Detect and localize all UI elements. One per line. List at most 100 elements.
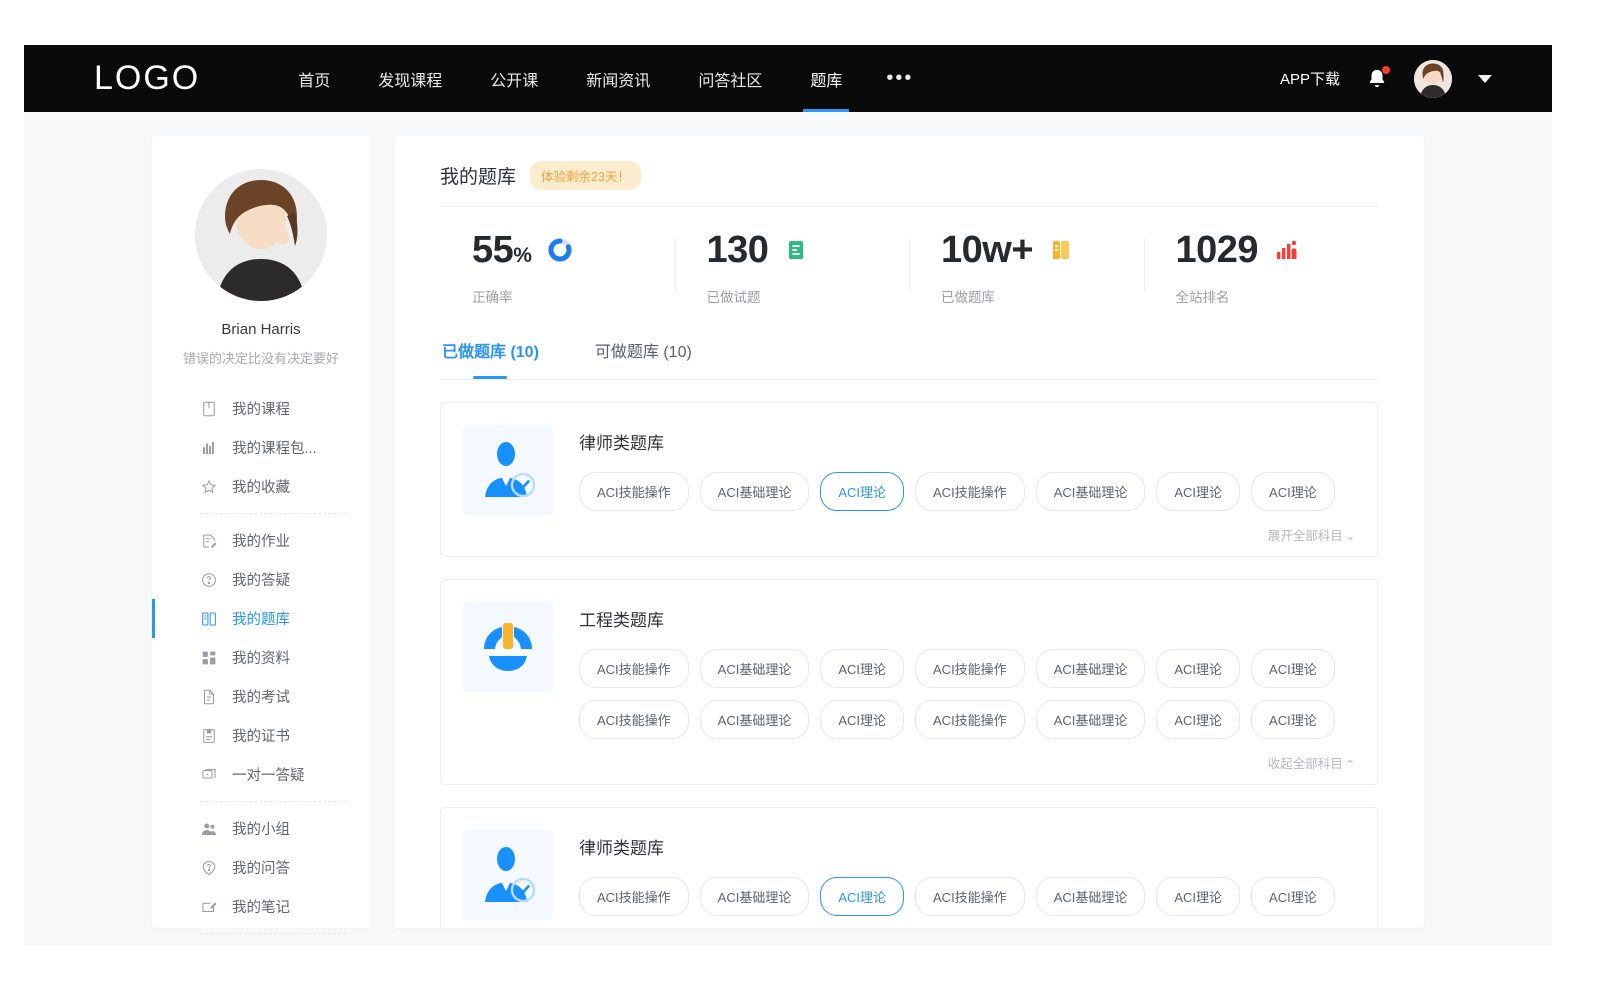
question-bank-card[interactable]: 工程类题库ACI技能操作ACI基础理论ACI理论ACI技能操作ACI基础理论AC… xyxy=(440,579,1378,785)
subject-tag[interactable]: ACI理论 xyxy=(1156,472,1240,511)
sidebar-item-label: 我的小组 xyxy=(232,818,290,839)
sidebar-item-13[interactable]: 我的问答 xyxy=(152,848,370,887)
sidebar-menu: 我的课程我的课程包... 我的收藏我的作业我的答疑我的题库我的资料我的考试我的证书… xyxy=(152,389,370,945)
subject-tag[interactable]: ACI理论 xyxy=(820,700,904,739)
question-bank-card[interactable]: 律师类题库ACI技能操作ACI基础理论ACI理论ACI技能操作ACI基础理论AC… xyxy=(440,807,1378,928)
nav-item-2[interactable]: 公开课 xyxy=(466,45,562,112)
sidebar-user-tagline: 错误的决定比没有决定要好 xyxy=(152,348,370,367)
header-avatar[interactable] xyxy=(1414,60,1452,98)
app-download-link[interactable]: APP下载 xyxy=(1280,68,1340,89)
subject-tag[interactable]: ACI技能操作 xyxy=(579,877,689,916)
sidebar-item-16[interactable]: 我的积分 xyxy=(152,941,370,945)
certificate-icon xyxy=(200,727,218,745)
sidebar-item-6[interactable]: 我的题库 xyxy=(152,599,370,638)
toggle-label: 展开全部科目 xyxy=(1268,529,1343,543)
stat-value: 1029 xyxy=(1176,231,1259,269)
nav-item-5[interactable]: 题库 xyxy=(786,45,866,112)
subject-tag[interactable]: ACI理论 xyxy=(1156,649,1240,688)
stat-suffix: % xyxy=(513,244,531,267)
subject-tag[interactable]: ACI技能操作 xyxy=(915,472,1025,511)
nav-item-label: 公开课 xyxy=(490,67,538,91)
page-root: LOGO 首页发现课程公开课新闻资讯问答社区 题库 ••• APP下载 xyxy=(0,0,1600,990)
tab-0[interactable]: 已做题库 (10) xyxy=(440,332,541,379)
subject-tag[interactable]: ACI基础理论 xyxy=(1036,700,1146,739)
sidebar-item-label: 我的答疑 xyxy=(232,569,290,590)
sidebar-item-label: 我的考试 xyxy=(232,686,290,707)
stat-card-2: 10w+已做题库 xyxy=(909,231,1144,306)
note-icon xyxy=(200,898,218,916)
subject-tag-row: ACI技能操作 ACI基础理论 ACI理论 ACI技能操作 ACI基础理论 ACI理论 AC… xyxy=(579,700,1355,739)
subject-tag[interactable]: ACI理论 xyxy=(1251,877,1335,916)
sidebar-item-12[interactable]: 我的小组 xyxy=(152,809,370,848)
subject-tag[interactable]: ACI理论 xyxy=(820,649,904,688)
sidebar-item-label: 我的作业 xyxy=(232,530,290,551)
subject-tag[interactable]: ACI基础理论 xyxy=(700,472,810,511)
subject-tag[interactable]: ACI理论 xyxy=(820,877,904,916)
card-body: 律师类题库ACI技能操作ACI基础理论ACI理论ACI技能操作ACI基础理论AC… xyxy=(579,425,1355,544)
subject-tag[interactable]: ACI理论 xyxy=(1156,877,1240,916)
subject-tag[interactable]: ACI理论 xyxy=(1251,649,1335,688)
sidebar-item-9[interactable]: 我的证书 xyxy=(152,716,370,755)
subject-tag-row: ACI技能操作 ACI基础理论 ACI理论 ACI技能操作 ACI基础理论 ACI理论 AC… xyxy=(579,877,1355,916)
nav-item-label: 题库 xyxy=(810,67,842,91)
tab-1[interactable]: 可做题库 (10) xyxy=(593,332,694,379)
toggle-chevron-icon: ⌃ xyxy=(1346,759,1355,771)
subject-tag[interactable]: ACI基础理论 xyxy=(1036,877,1146,916)
stat-card-1: 130已做试题 xyxy=(675,231,910,306)
subject-tag[interactable]: ACI理论 xyxy=(1156,700,1240,739)
stat-number: 10w+ xyxy=(941,229,1033,271)
stat-number: 55 xyxy=(472,229,513,271)
sidebar-item-10[interactable]: 一对一答疑 xyxy=(152,755,370,794)
nav-item-1[interactable]: 发现课程 xyxy=(354,45,466,112)
sidebar-item-14[interactable]: 我的笔记 xyxy=(152,887,370,926)
sidebar-item-8[interactable]: 我的考试 xyxy=(152,677,370,716)
sidebar-item-0[interactable]: 我的课程 xyxy=(152,389,370,428)
sidebar-item-2[interactable]: 我的收藏 xyxy=(152,467,370,506)
subject-tag[interactable]: ACI基础理论 xyxy=(700,700,810,739)
subject-tag-row: ACI技能操作 ACI基础理论 ACI理论 ACI技能操作 ACI基础理论 ACI理论 AC… xyxy=(579,649,1355,688)
sidebar-divider xyxy=(200,933,346,934)
tab-label: 可做题库 (10) xyxy=(595,344,692,361)
subject-tag[interactable]: ACI理论 xyxy=(1251,700,1335,739)
subject-tag[interactable]: ACI基础理论 xyxy=(1036,649,1146,688)
nav-item-label: 问答社区 xyxy=(698,67,762,91)
subject-tag[interactable]: ACI基础理论 xyxy=(1036,472,1146,511)
sidebar-item-4[interactable]: 我的作业 xyxy=(152,521,370,560)
qa-icon xyxy=(200,859,218,877)
question-bank-card[interactable]: 律师类题库ACI技能操作ACI基础理论ACI理论ACI技能操作ACI基础理论AC… xyxy=(440,402,1378,557)
expand-collapse-subjects-link[interactable]: 收起全部科目⌃ xyxy=(579,751,1355,772)
book-icon xyxy=(200,400,218,418)
subject-tag[interactable]: ACI技能操作 xyxy=(579,700,689,739)
notification-bell-icon[interactable] xyxy=(1366,67,1388,91)
homework-icon xyxy=(200,532,218,550)
sidebar-item-7[interactable]: 我的资料 xyxy=(152,638,370,677)
nav-item-0[interactable]: 首页 xyxy=(274,45,354,112)
subject-tag[interactable]: ACI基础理论 xyxy=(700,877,810,916)
subject-tag-row: ACI技能操作 ACI基础理论 ACI理论 ACI技能操作 ACI基础理论 ACI理论 AC… xyxy=(579,472,1355,511)
book-orange-icon xyxy=(1049,237,1075,263)
stat-value-row: 10w+ xyxy=(941,231,1144,269)
more-nav-icon[interactable]: ••• xyxy=(866,45,933,112)
site-logo[interactable]: LOGO xyxy=(94,59,200,98)
subject-tag[interactable]: ACI理论 xyxy=(820,472,904,511)
subject-tag[interactable]: ACI基础理论 xyxy=(700,649,810,688)
subject-tag[interactable]: ACI技能操作 xyxy=(579,649,689,688)
expand-collapse-subjects-link[interactable]: 展开全部科目⌄ xyxy=(579,523,1355,544)
grid-icon xyxy=(200,649,218,667)
header-chevron-down-icon[interactable] xyxy=(1478,75,1492,83)
sidebar-item-label: 我的收藏 xyxy=(232,476,290,497)
subject-tag[interactable]: ACI技能操作 xyxy=(579,472,689,511)
subject-tag[interactable]: ACI理论 xyxy=(1251,472,1335,511)
main-nav: 首页发现课程公开课新闻资讯问答社区 题库 xyxy=(274,45,866,112)
subject-tag[interactable]: ACI技能操作 xyxy=(915,877,1025,916)
sidebar-item-1[interactable]: 我的课程包... xyxy=(152,428,370,467)
subject-tag[interactable]: ACI技能操作 xyxy=(915,649,1025,688)
lawyer-icon xyxy=(463,830,553,920)
subject-tag[interactable]: ACI技能操作 xyxy=(915,700,1025,739)
nav-item-3[interactable]: 新闻资讯 xyxy=(562,45,674,112)
sidebar-item-5[interactable]: 我的答疑 xyxy=(152,560,370,599)
user-sidebar: Brian Harris 错误的决定比没有决定要好 我的课程我的课程包...我的… xyxy=(152,135,370,928)
sidebar-divider xyxy=(200,513,346,514)
nav-item-4[interactable]: 问答社区 xyxy=(674,45,786,112)
sidebar-divider xyxy=(200,801,346,802)
